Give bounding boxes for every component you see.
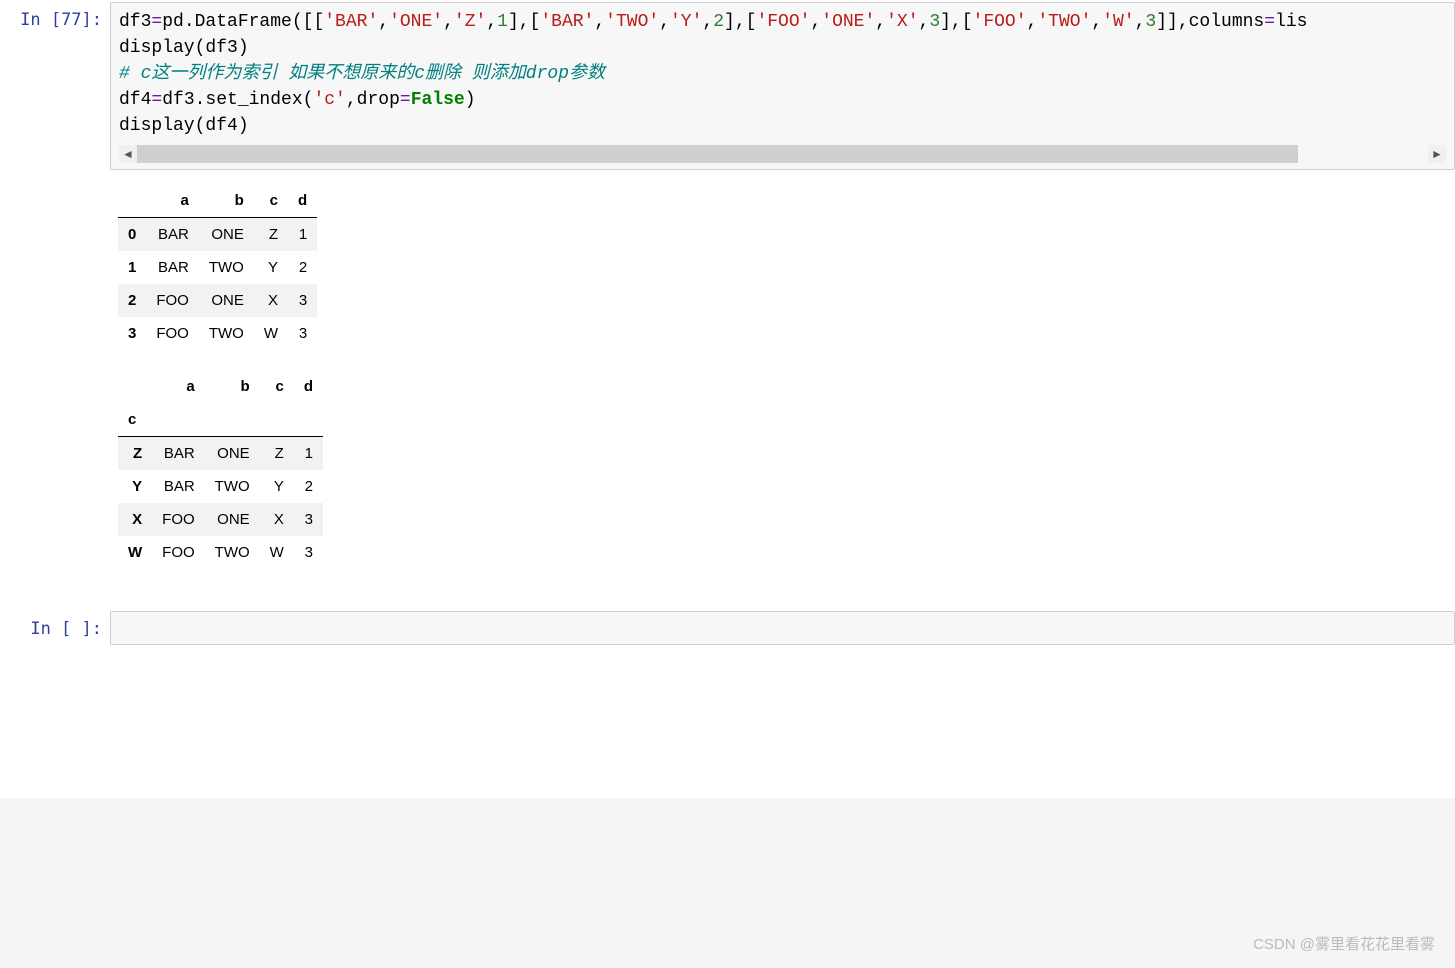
code-line-4[interactable]: df4=df3.set_index('c',drop=False) [119, 87, 1446, 113]
call-dataframe: pd.DataFrame([[ [162, 12, 324, 32]
col-header: c [254, 184, 288, 218]
index-name: c [118, 403, 152, 437]
dataframe-df3: a b c d 0 BAR ONE Z 1 1 BAR TWO [118, 184, 317, 350]
table-row: X FOO ONE X 3 [118, 503, 323, 536]
row-index: 0 [118, 218, 146, 252]
row-index: Z [118, 437, 152, 471]
col-header: c [260, 370, 294, 403]
col-header: d [294, 370, 323, 403]
code-input-area[interactable]: df3=pd.DataFrame([['BAR','ONE','Z',1],['… [110, 2, 1455, 170]
code-line-2[interactable]: display(df3) [119, 35, 1446, 61]
code-line-1[interactable]: df3=pd.DataFrame([['BAR','ONE','Z',1],['… [119, 9, 1446, 35]
table-row: 1 BAR TWO Y 2 [118, 251, 317, 284]
table-row: 0 BAR ONE Z 1 [118, 218, 317, 252]
empty-code-input[interactable] [110, 611, 1455, 645]
row-index: 1 [118, 251, 146, 284]
col-header: a [146, 184, 199, 218]
code-cell-2: In [ ]: [0, 609, 1455, 647]
table-header-row: a b c d [118, 370, 323, 403]
row-index: Y [118, 470, 152, 503]
scroll-right-icon[interactable]: ► [1428, 145, 1446, 163]
row-index: 3 [118, 317, 146, 350]
index-name-row: c [118, 403, 323, 437]
table-row: W FOO TWO W 3 [118, 536, 323, 569]
col-header: b [199, 184, 254, 218]
table-header-row: a b c d [118, 184, 317, 218]
input-prompt-empty: In [ ]: [0, 611, 110, 639]
watermark-text: CSDN @雾里看花花里看雾 [1253, 933, 1435, 954]
table-row: 2 FOO ONE X 3 [118, 284, 317, 317]
output-area: a b c d 0 BAR ONE Z 1 1 BAR TWO [0, 184, 1455, 569]
code-line-3[interactable]: # c这一列作为索引 如果不想原来的c删除 则添加drop参数 [119, 61, 1446, 87]
row-index: X [118, 503, 152, 536]
scroll-track-gap [1298, 145, 1428, 163]
table-row: Y BAR TWO Y 2 [118, 470, 323, 503]
col-header: b [205, 370, 260, 403]
row-index: W [118, 536, 152, 569]
dataframe-df4: a b c d c Z BAR ONE Z 1 [118, 370, 323, 569]
code-cell-1: In [77]: df3=pd.DataFrame([['BAR','ONE',… [0, 0, 1455, 172]
horizontal-scrollbar[interactable]: ◄ ► [119, 145, 1446, 163]
row-index: 2 [118, 284, 146, 317]
col-header: a [152, 370, 205, 403]
table-row: 3 FOO TWO W 3 [118, 317, 317, 350]
col-header: d [288, 184, 317, 218]
table-row: Z BAR ONE Z 1 [118, 437, 323, 471]
scroll-left-icon[interactable]: ◄ [119, 145, 137, 163]
notebook: In [77]: df3=pd.DataFrame([['BAR','ONE',… [0, 0, 1455, 647]
input-prompt: In [77]: [0, 2, 110, 30]
footer-background [0, 798, 1455, 968]
var-df3: df3 [119, 12, 151, 32]
scroll-track[interactable] [137, 145, 1428, 163]
code-line-5[interactable]: display(df4) [119, 113, 1446, 139]
